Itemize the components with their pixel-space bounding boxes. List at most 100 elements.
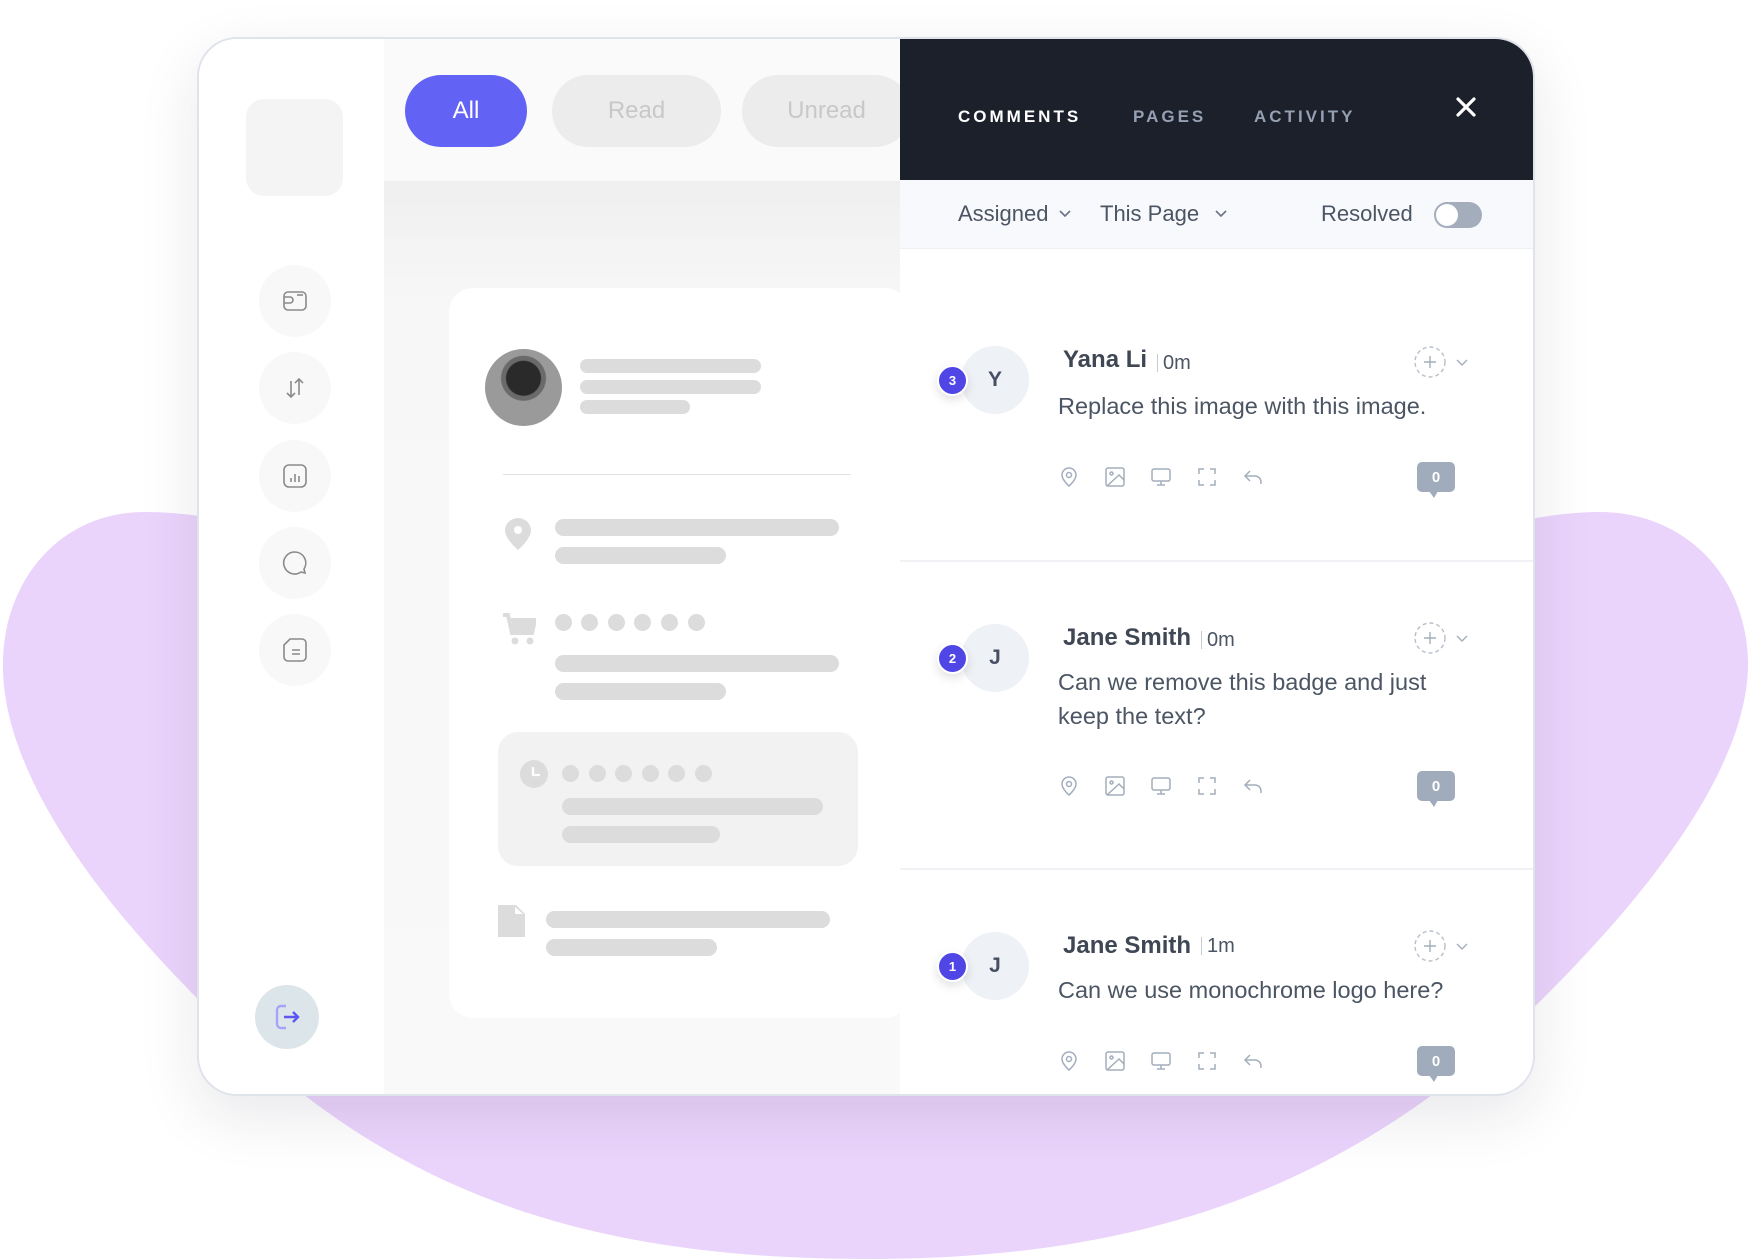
comment-item[interactable]: J 2 Jane Smith 0m Can we remove this bad…: [900, 562, 1533, 870]
fullscreen-icon[interactable]: [1196, 775, 1218, 797]
skeleton-line: [562, 798, 823, 815]
rating-dot: [615, 765, 632, 782]
comment-author: Yana Li: [1063, 346, 1148, 373]
skeleton-line: [555, 547, 726, 564]
desktop-icon[interactable]: [1150, 775, 1172, 797]
skeleton-line: [580, 380, 761, 394]
chevron-down-icon: [1058, 210, 1071, 218]
fullscreen-icon[interactable]: [1196, 1050, 1218, 1072]
assign-user-icon[interactable]: [1414, 346, 1446, 378]
skeleton-line: [555, 655, 839, 672]
comment-actions: [1058, 775, 1264, 797]
reply-count: 0: [1417, 1046, 1455, 1076]
desktop-icon[interactable]: [1150, 1050, 1172, 1072]
reply-count: 0: [1417, 771, 1455, 801]
bar-chart-icon: [283, 464, 307, 488]
comment-text: Can we remove this badge and just keep t…: [1058, 669, 1427, 729]
comment-time: 1m: [1201, 936, 1235, 956]
tab-pages[interactable]: PAGES: [1133, 107, 1206, 127]
sidebar-item-transfers[interactable]: [259, 352, 331, 424]
image-icon[interactable]: [1104, 466, 1126, 488]
skeleton-line: [580, 359, 761, 373]
clock-icon: [520, 760, 548, 788]
panel-header: COMMENTS PAGES ACTIVITY: [900, 39, 1533, 180]
chevron-down-icon: [1215, 210, 1227, 218]
comment-item[interactable]: Y 3 Yana Li 0m Replace this image with t…: [900, 249, 1533, 562]
desktop-icon[interactable]: [1150, 466, 1172, 488]
assigned-dropdown[interactable]: Assigned: [958, 201, 1071, 227]
comment-time: 0m: [1157, 353, 1191, 373]
skeleton-line: [546, 939, 717, 956]
assign-user-icon[interactable]: [1414, 622, 1446, 654]
tab-comments[interactable]: COMMENTS: [958, 107, 1081, 127]
reply-icon[interactable]: [1242, 1050, 1264, 1072]
comment-avatar: Y: [961, 346, 1029, 414]
logo-placeholder: [246, 99, 343, 196]
rating-dot: [562, 765, 579, 782]
rating-dot: [695, 765, 712, 782]
cart-icon: [503, 613, 536, 645]
chat-bubble-icon: [282, 551, 307, 575]
rating-dot: [608, 614, 625, 631]
filter-pill-all[interactable]: All: [405, 75, 527, 147]
filter-pill-read[interactable]: Read: [552, 75, 721, 147]
image-icon[interactable]: [1104, 775, 1126, 797]
chevron-down-icon[interactable]: [1456, 359, 1468, 367]
reply-count-badge[interactable]: 0: [1417, 1046, 1455, 1082]
bubble-tail: [1429, 1075, 1438, 1082]
resolved-label: Resolved: [1321, 201, 1413, 226]
preview-area: [384, 181, 909, 1094]
sidebar-item-messages[interactable]: [259, 527, 331, 599]
comment-avatar: J: [961, 932, 1029, 1000]
comment-item[interactable]: J 1 Jane Smith 1m Can we use monochrome …: [900, 870, 1533, 1094]
comment-text: Replace this image with this image.: [1058, 393, 1427, 419]
stage: All Read Unread COMMENTS PAGES ACTIVITY …: [0, 0, 1750, 1259]
fullscreen-icon[interactable]: [1196, 466, 1218, 488]
location-icon[interactable]: [1058, 775, 1080, 797]
chevron-down-icon[interactable]: [1456, 943, 1468, 951]
rating-dot: [668, 765, 685, 782]
reply-icon[interactable]: [1242, 466, 1264, 488]
chevron-down-icon[interactable]: [1456, 635, 1468, 643]
assign-user-icon[interactable]: [1414, 930, 1446, 962]
skeleton-line: [546, 911, 830, 928]
location-icon[interactable]: [1058, 1050, 1080, 1072]
comment-actions: [1058, 1050, 1264, 1072]
highlight-box: [498, 732, 858, 866]
rating-dot: [661, 614, 678, 631]
location-pin-icon: [505, 518, 531, 550]
assigned-label: Assigned: [958, 201, 1049, 226]
reply-icon[interactable]: [1242, 775, 1264, 797]
logout-button[interactable]: [255, 985, 319, 1049]
card-divider: [503, 474, 851, 475]
resolved-toggle[interactable]: [1434, 202, 1482, 228]
file-icon: [498, 905, 525, 937]
skeleton-line: [555, 683, 726, 700]
reply-count-badge[interactable]: 0: [1417, 771, 1455, 807]
close-icon[interactable]: [1453, 94, 1479, 120]
image-icon[interactable]: [1104, 1050, 1126, 1072]
rating-dot: [555, 614, 572, 631]
skeleton-line: [562, 826, 720, 843]
profile-card-skeleton: [449, 288, 909, 1018]
sidebar-item-analytics[interactable]: [259, 440, 331, 512]
filter-pill-unread[interactable]: Unread: [742, 75, 911, 147]
bubble-tail: [1429, 800, 1438, 807]
comment-author: Jane Smith: [1063, 624, 1192, 651]
rating-dot: [634, 614, 651, 631]
rating-dot: [642, 765, 659, 782]
sidebar-item-wallet[interactable]: [259, 265, 331, 337]
comment-number-badge: 2: [937, 643, 968, 674]
bubble-tail: [1429, 491, 1438, 498]
rating-dot: [581, 614, 598, 631]
comment-number-badge: 3: [937, 365, 968, 396]
filter-pills: All Read Unread: [384, 39, 911, 181]
reply-count-badge[interactable]: 0: [1417, 462, 1455, 498]
tab-activity[interactable]: ACTIVITY: [1254, 107, 1355, 127]
sidebar-item-documents[interactable]: [259, 614, 331, 686]
transfer-arrows-icon: [286, 377, 304, 399]
main-content: All Read Unread: [384, 39, 911, 1094]
page-scope-dropdown[interactable]: This Page: [1100, 201, 1227, 227]
logout-icon: [275, 1004, 300, 1030]
location-icon[interactable]: [1058, 466, 1080, 488]
